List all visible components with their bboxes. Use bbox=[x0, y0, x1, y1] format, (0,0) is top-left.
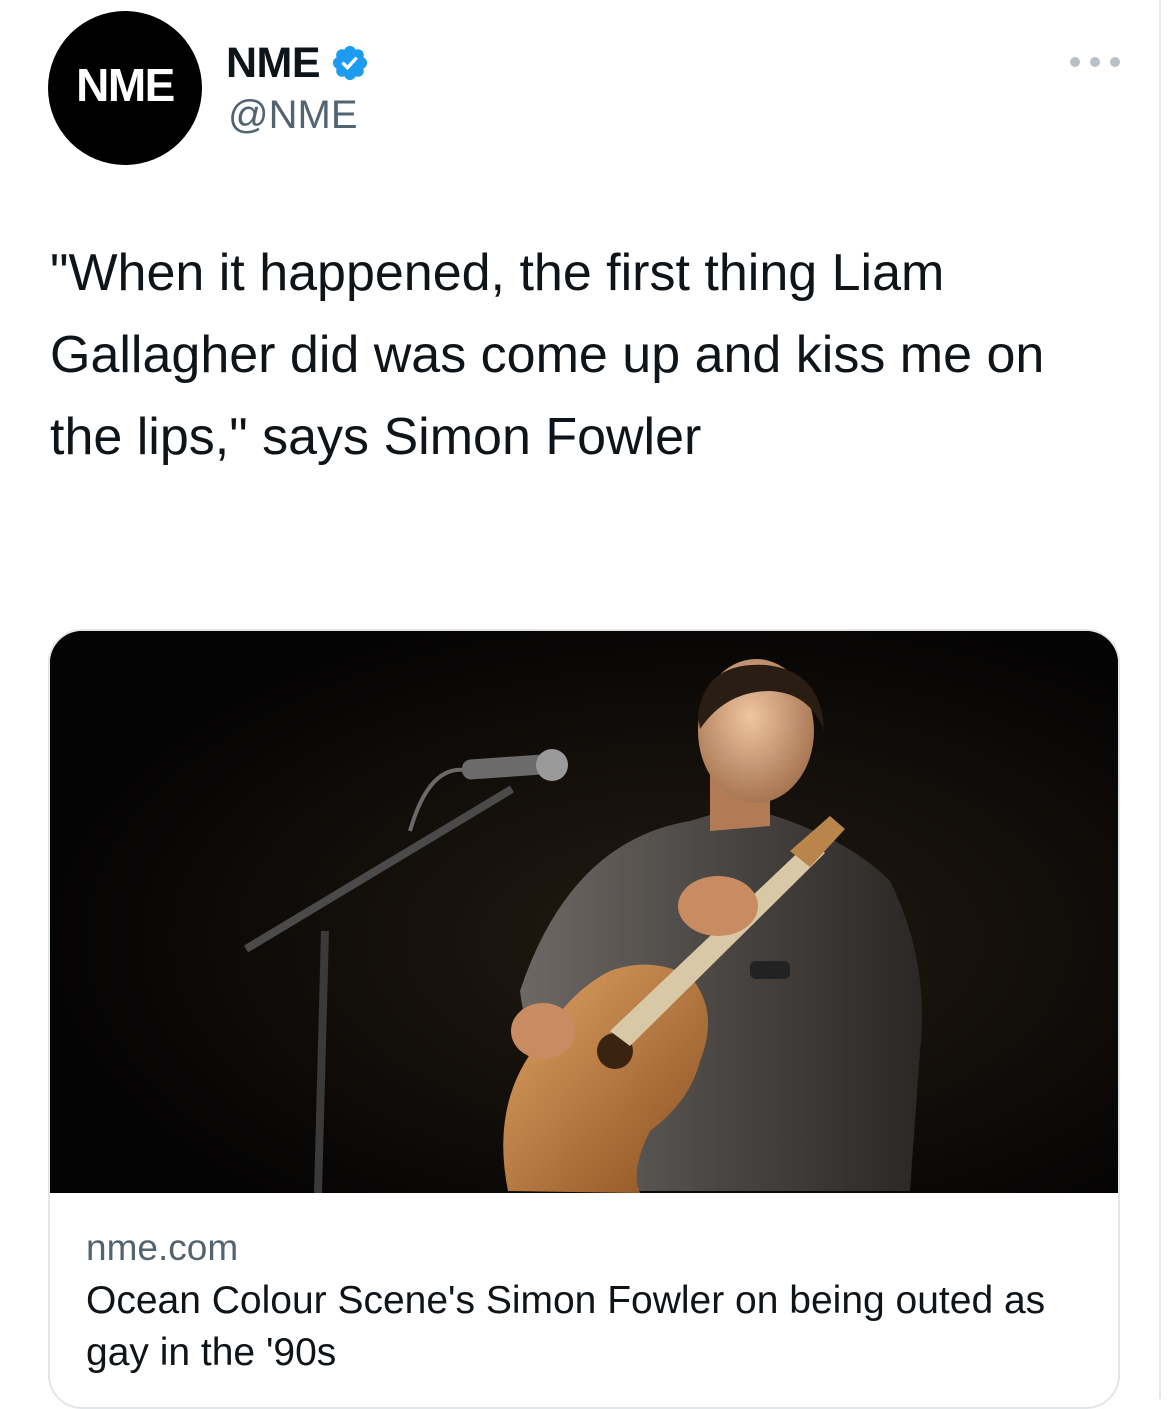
card-image[interactable] bbox=[50, 631, 1118, 1193]
user-handle[interactable]: @NME bbox=[228, 93, 358, 138]
display-name[interactable]: NME bbox=[226, 39, 321, 88]
link-card[interactable]: nme.com Ocean Colour Scene's Simon Fowle… bbox=[48, 629, 1120, 1409]
card-domain[interactable]: nme.com bbox=[86, 1227, 238, 1269]
card-photo bbox=[50, 631, 1118, 1193]
more-dot bbox=[1110, 57, 1120, 67]
more-dot bbox=[1090, 57, 1100, 67]
verified-badge-icon bbox=[332, 45, 368, 81]
author-name-row[interactable]: NME bbox=[226, 38, 370, 88]
timeline-divider bbox=[1159, 0, 1161, 1399]
avatar-logo-text: NME bbox=[76, 59, 175, 111]
tweet-text: "When it happened, the first thing Liam … bbox=[50, 244, 1045, 466]
avatar[interactable]: NME bbox=[48, 11, 202, 165]
more-dot bbox=[1070, 57, 1080, 67]
more-options-icon[interactable] bbox=[1070, 52, 1120, 72]
card-title[interactable]: Ocean Colour Scene's Simon Fowler on bei… bbox=[86, 1275, 1086, 1379]
